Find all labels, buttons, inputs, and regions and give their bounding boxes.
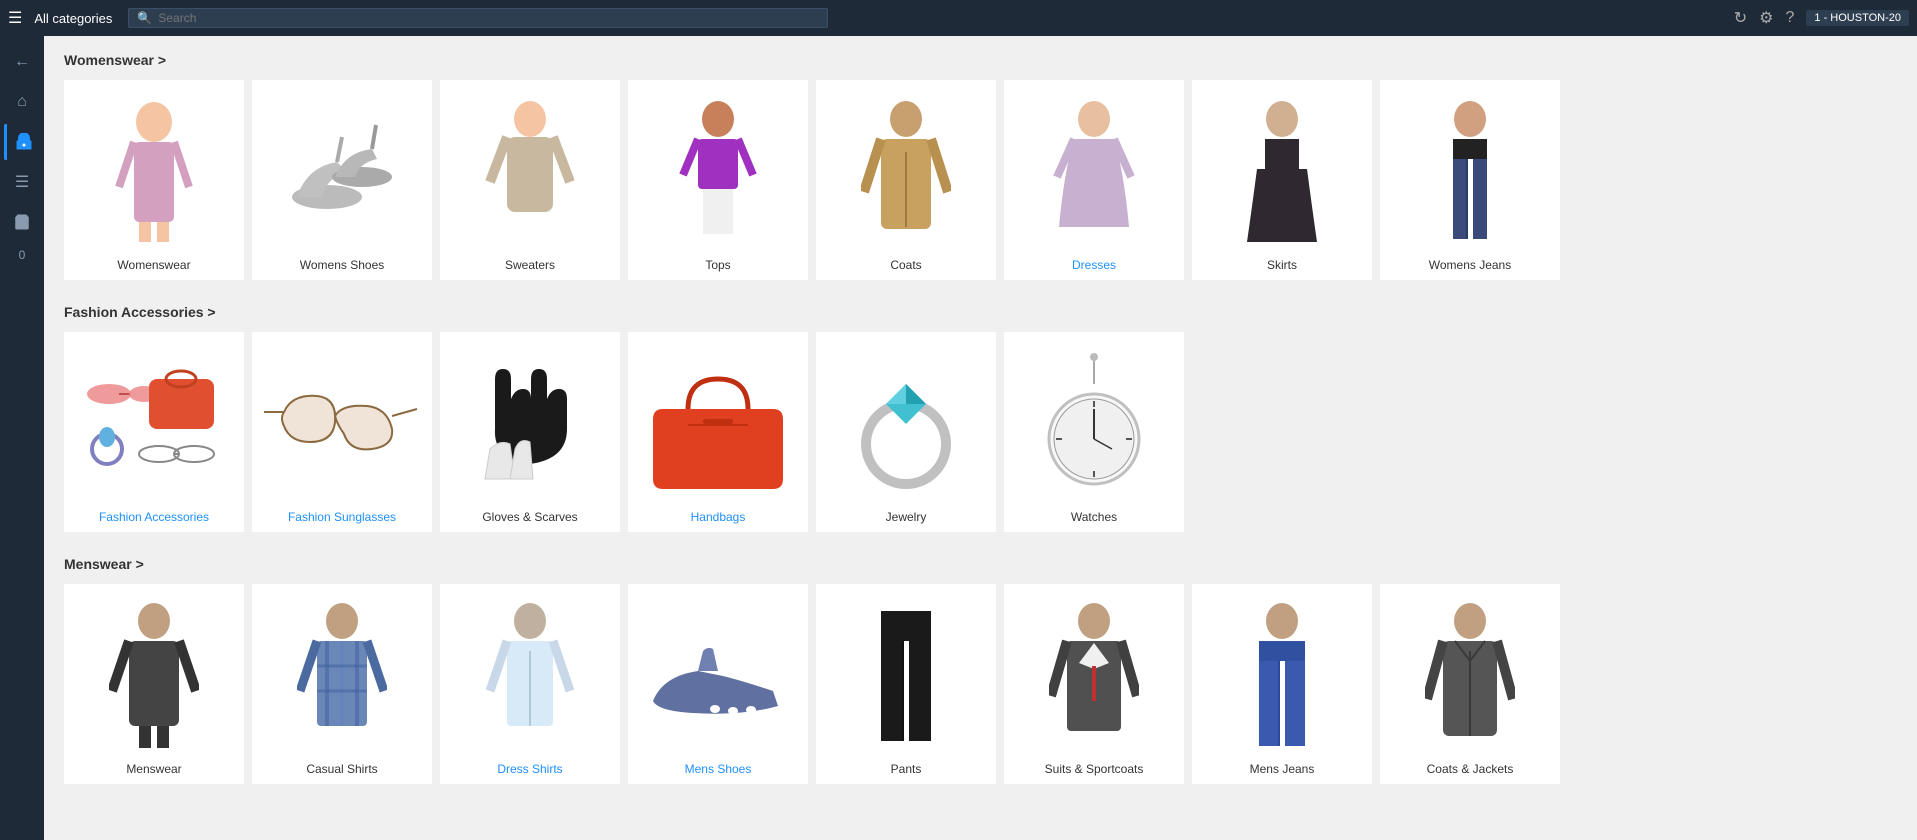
section-title-womenswear: Womenswear > xyxy=(64,52,166,68)
card-image-casual-shirts xyxy=(260,596,424,756)
topbar: ☰ All categories 🔍 ↻ ⚙ ? 1 - HOUSTON-20 xyxy=(0,0,1917,36)
card-image-suits-sportcoats xyxy=(1012,596,1176,756)
card-label-fashion-sunglasses: Fashion Sunglasses xyxy=(260,510,424,524)
card-label-tops: Tops xyxy=(636,258,800,272)
card-label-sweaters: Sweaters xyxy=(448,258,612,272)
card-label-menswear: Menswear xyxy=(72,762,236,776)
section-title-fashion-accessories: Fashion Accessories > xyxy=(64,304,216,320)
main-content: Womenswear > Womenswear xyxy=(44,36,1917,840)
category-card-womens-jeans[interactable]: Womens Jeans xyxy=(1380,80,1560,280)
card-label-fashion-accessories: Fashion Accessories xyxy=(72,510,236,524)
section-header-womenswear[interactable]: Womenswear > xyxy=(64,52,1897,68)
sidebar: ← ⌂ ☰ 0 xyxy=(0,36,44,840)
card-image-womens-jeans xyxy=(1388,92,1552,252)
category-card-gloves-scarves[interactable]: Gloves & Scarves xyxy=(440,332,620,532)
refresh-icon[interactable]: ↻ xyxy=(1734,8,1747,28)
card-image-coats-jackets xyxy=(1388,596,1552,756)
card-label-watches: Watches xyxy=(1012,510,1176,524)
card-image-mens-shoes xyxy=(636,596,800,756)
category-card-skirts[interactable]: Skirts xyxy=(1192,80,1372,280)
card-image-sweaters xyxy=(448,92,612,252)
card-image-pants xyxy=(824,596,988,756)
menu-icon[interactable]: ☰ xyxy=(8,8,22,28)
section-header-fashion-accessories[interactable]: Fashion Accessories > xyxy=(64,304,1897,320)
card-image-womenswear xyxy=(72,92,236,252)
card-label-casual-shirts: Casual Shirts xyxy=(260,762,424,776)
card-label-womens-jeans: Womens Jeans xyxy=(1388,258,1552,272)
settings-icon[interactable]: ⚙ xyxy=(1759,8,1773,28)
section-header-menswear[interactable]: Menswear > xyxy=(64,556,1897,572)
card-image-watches xyxy=(1012,344,1176,504)
card-image-dresses xyxy=(1012,92,1176,252)
sidebar-badge: 0 xyxy=(19,248,26,262)
help-icon[interactable]: ? xyxy=(1786,9,1795,27)
card-label-pants: Pants xyxy=(824,762,988,776)
card-image-menswear xyxy=(72,596,236,756)
card-label-jewelry: Jewelry xyxy=(824,510,988,524)
category-card-tops[interactable]: Tops xyxy=(628,80,808,280)
sidebar-item-back[interactable]: ← xyxy=(4,44,40,80)
section-menswear: Menswear > Menswear xyxy=(64,556,1897,784)
card-label-coats-jackets: Coats & Jackets xyxy=(1388,762,1552,776)
category-card-menswear[interactable]: Menswear xyxy=(64,584,244,784)
card-label-mens-shoes: Mens Shoes xyxy=(636,762,800,776)
category-card-mens-jeans[interactable]: Mens Jeans xyxy=(1192,584,1372,784)
category-card-womenswear[interactable]: Womenswear xyxy=(64,80,244,280)
card-label-handbags: Handbags xyxy=(636,510,800,524)
card-label-womens-shoes: Womens Shoes xyxy=(260,258,424,272)
layout: ← ⌂ ☰ 0 Womenswear > Womenswear xyxy=(0,36,1917,840)
menswear-grid: Menswear Casual Shirts xyxy=(64,584,1897,784)
fashion-accessories-grid: Fashion Accessories Fash xyxy=(64,332,1897,532)
category-card-pants[interactable]: Pants xyxy=(816,584,996,784)
sidebar-item-menu[interactable]: ☰ xyxy=(4,164,40,200)
card-image-tops xyxy=(636,92,800,252)
user-label[interactable]: 1 - HOUSTON-20 xyxy=(1806,10,1909,26)
category-card-suits-sportcoats[interactable]: Suits & Sportcoats xyxy=(1004,584,1184,784)
category-card-fashion-accessories[interactable]: Fashion Accessories xyxy=(64,332,244,532)
card-image-dress-shirts xyxy=(448,596,612,756)
card-label-mens-jeans: Mens Jeans xyxy=(1200,762,1364,776)
category-card-sweaters[interactable]: Sweaters xyxy=(440,80,620,280)
section-title-menswear: Menswear > xyxy=(64,556,144,572)
card-label-womenswear: Womenswear xyxy=(72,258,236,272)
category-card-handbags[interactable]: Handbags xyxy=(628,332,808,532)
category-card-watches[interactable]: Watches xyxy=(1004,332,1184,532)
card-label-dress-shirts: Dress Shirts xyxy=(448,762,612,776)
search-input[interactable] xyxy=(158,11,819,25)
category-card-dress-shirts[interactable]: Dress Shirts xyxy=(440,584,620,784)
card-image-skirts xyxy=(1200,92,1364,252)
card-image-fashion-accessories xyxy=(72,344,236,504)
category-card-womens-shoes[interactable]: Womens Shoes xyxy=(252,80,432,280)
sidebar-item-store[interactable] xyxy=(4,124,40,160)
card-image-mens-jeans xyxy=(1200,596,1364,756)
section-fashion-accessories: Fashion Accessories > xyxy=(64,304,1897,532)
card-label-gloves-scarves: Gloves & Scarves xyxy=(448,510,612,524)
category-card-jewelry[interactable]: Jewelry xyxy=(816,332,996,532)
card-label-suits-sportcoats: Suits & Sportcoats xyxy=(1012,762,1176,776)
card-label-coats: Coats xyxy=(824,258,988,272)
category-card-fashion-sunglasses[interactable]: Fashion Sunglasses xyxy=(252,332,432,532)
category-card-casual-shirts[interactable]: Casual Shirts xyxy=(252,584,432,784)
card-label-skirts: Skirts xyxy=(1200,258,1364,272)
category-card-dresses[interactable]: Dresses xyxy=(1004,80,1184,280)
womenswear-grid: Womenswear xyxy=(64,80,1897,280)
sidebar-item-bag[interactable] xyxy=(4,204,40,240)
topbar-title: All categories xyxy=(34,11,112,26)
card-image-womens-shoes xyxy=(260,92,424,252)
card-image-coats xyxy=(824,92,988,252)
category-card-coats-jackets[interactable]: Coats & Jackets xyxy=(1380,584,1560,784)
sidebar-item-home[interactable]: ⌂ xyxy=(4,84,40,120)
search-icon: 🔍 xyxy=(137,11,152,25)
card-image-gloves-scarves xyxy=(448,344,612,504)
section-womenswear: Womenswear > Womenswear xyxy=(64,52,1897,280)
search-box[interactable]: 🔍 xyxy=(128,8,828,28)
card-label-dresses: Dresses xyxy=(1012,258,1176,272)
card-image-handbags xyxy=(636,344,800,504)
card-image-fashion-sunglasses xyxy=(260,344,424,504)
topbar-actions: ↻ ⚙ ? 1 - HOUSTON-20 xyxy=(1734,8,1909,28)
category-card-mens-shoes[interactable]: Mens Shoes xyxy=(628,584,808,784)
card-image-jewelry xyxy=(824,344,988,504)
category-card-coats[interactable]: Coats xyxy=(816,80,996,280)
